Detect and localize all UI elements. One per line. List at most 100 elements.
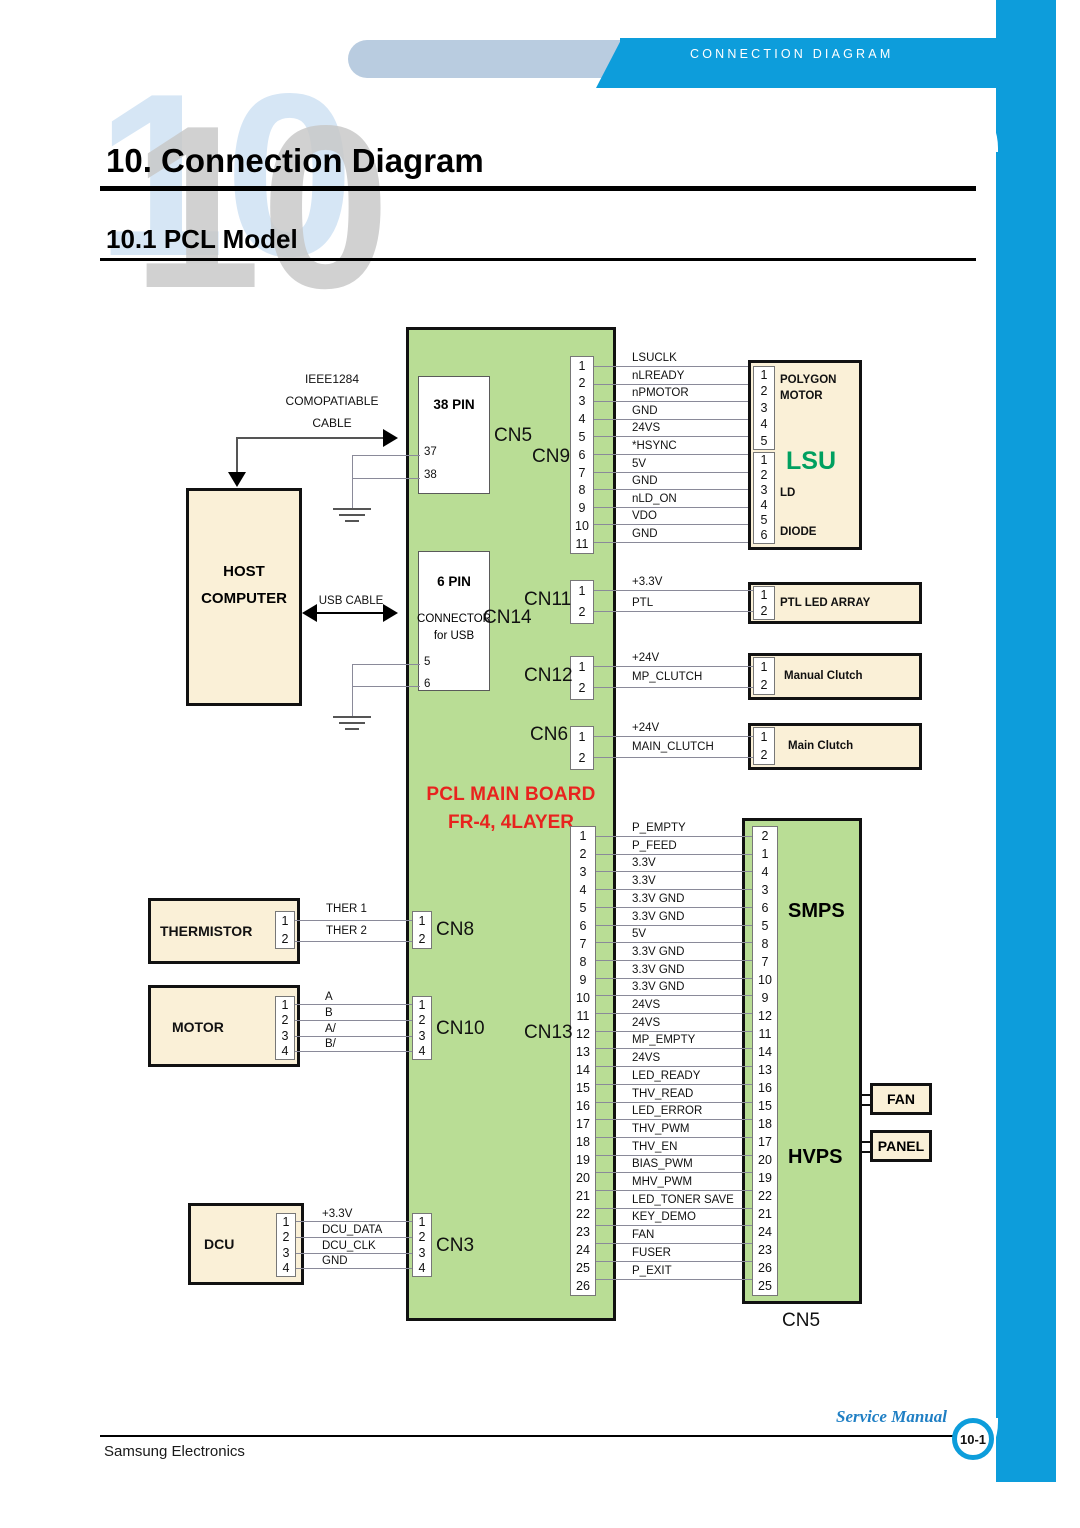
ground-symbol-cn5-b: [339, 514, 365, 516]
main-clutch-pin-0: 1: [760, 729, 768, 744]
ieee1284-note-line2: COMOPATIABLE: [285, 394, 379, 408]
lsu-polygon-pin-2: 3: [760, 400, 768, 415]
pwr-sig-23-wire: [596, 1243, 752, 1245]
pwr-sig-20-wire: [596, 1190, 752, 1192]
cn9-pin-9: 10: [575, 518, 589, 533]
pwr-sig-7-wire: [596, 960, 752, 962]
section-rule: [100, 258, 976, 261]
main-clutch-wire-2: [594, 757, 753, 759]
manual-clutch-pin-1: 2: [760, 677, 768, 692]
usb-cable-label: USB CABLE: [318, 595, 384, 607]
cn13-pin-5: 6: [579, 918, 587, 933]
pwr-sig-1-label: P_FEED: [632, 840, 677, 852]
pwr-sig-11-label: 24VS: [632, 1017, 661, 1029]
lsu-title: LSU: [786, 447, 836, 475]
cn5-gnd-drop: [352, 455, 354, 508]
thermistor-label: THERMISTOR: [160, 923, 253, 939]
header-banner-blue: [620, 38, 996, 88]
cn9-pin-2: 3: [578, 394, 586, 409]
lsu-sig-10-label: GND: [632, 528, 658, 540]
pwr-sig-13-wire: [596, 1066, 752, 1068]
smps-label: SMPS: [788, 900, 845, 922]
cn3-pin-1: 2: [418, 1230, 426, 1244]
lsu-polygon-pin-3: 4: [760, 417, 768, 432]
cn11-pin-1: 2: [578, 605, 586, 620]
cn13-pin-11: 12: [576, 1026, 590, 1041]
motor-sig-2-label: A/: [325, 1023, 336, 1035]
dcu-sig-2-label: DCU_CLK: [322, 1240, 376, 1252]
lsu-sig-9-label: VDO: [632, 510, 657, 522]
thermistor-signal-2: THER 2: [326, 925, 367, 937]
cn13-pin-19: 20: [576, 1170, 590, 1185]
power-pin-8: 10: [758, 972, 772, 987]
motor-sig-0-wire: [295, 1004, 412, 1006]
page-accent-stripe: [996, 0, 1056, 1482]
lsu-ld-pin-2: 3: [760, 483, 768, 498]
connector-cn6-pins: 12: [570, 726, 594, 770]
cn9-pin-8: 9: [578, 501, 586, 516]
cn12-tag: CN12: [524, 665, 573, 686]
lsu-motor-label: MOTOR: [780, 390, 823, 402]
host-computer-line1: HOST: [223, 563, 265, 580]
cn13-pin-18: 19: [576, 1152, 590, 1167]
page-title: 10. Connection Diagram: [106, 142, 484, 179]
cn14-gnd-wire-6: [352, 686, 420, 688]
thermistor-wire-2: [295, 941, 412, 943]
pwr-sig-19-label: BIAS_PWM: [632, 1158, 693, 1170]
cn10-tag: CN10: [436, 1018, 485, 1039]
lsu-sig-3-wire: [594, 419, 753, 421]
manual-clutch-signal-1: +24V: [632, 652, 660, 664]
pwr-sig-4-wire: [596, 907, 752, 909]
cn13-pin-16: 17: [576, 1116, 590, 1131]
dcu-sig-1-wire: [296, 1237, 412, 1239]
pwr-sig-24-wire: [596, 1261, 752, 1263]
pwr-sig-25-wire: [596, 1279, 752, 1281]
power-pin-3: 3: [761, 882, 769, 897]
board-title: PCL MAIN BOARD: [426, 784, 596, 805]
lsu-polygon-pin-0: 1: [760, 367, 768, 382]
pwr-sig-16-wire: [596, 1119, 752, 1121]
pwr-sig-10-label: 24VS: [632, 999, 661, 1011]
cn9-pin-0: 1: [578, 358, 586, 373]
pwr-sig-22-wire: [596, 1225, 752, 1227]
cn10-pin-1: 2: [418, 1013, 426, 1027]
pwr-sig-11-wire: [596, 1031, 752, 1033]
cn9-pin-3: 4: [578, 412, 586, 427]
motor-pin-2: 3: [281, 1028, 289, 1043]
cn5-38pin-label: 38 PIN: [433, 397, 475, 412]
cn3-pin-0: 1: [418, 1214, 426, 1229]
power-pin-2: 4: [761, 864, 769, 879]
manual-clutch-wire-1: [594, 666, 753, 668]
cn9-pin-5: 6: [578, 447, 586, 462]
cn9-pin-7: 8: [578, 483, 586, 498]
cn5-pin-37: 37: [424, 446, 437, 458]
power-pin-13: 13: [758, 1062, 772, 1077]
lsu-sig-3-label: GND: [632, 405, 658, 417]
connector-cn9-pins: 1 2 3 4 5 6 7 8 9 10 11: [570, 356, 594, 554]
cn13-pin-6: 7: [579, 936, 587, 951]
ieee1284-note-line1: IEEE1284: [304, 372, 360, 386]
motor-sig-3-wire: [295, 1051, 412, 1053]
main-clutch-signal-1: +24V: [632, 722, 660, 734]
dcu-label: DCU: [204, 1236, 235, 1252]
power-pin-25: 25: [758, 1278, 772, 1293]
cn13-pin-24: 25: [576, 1260, 590, 1275]
thermistor-pin-0: 1: [281, 913, 289, 928]
pwr-sig-14-wire: [596, 1084, 752, 1086]
cn12-pin-0: 1: [578, 660, 586, 675]
manual-clutch-wire-2: [594, 687, 753, 689]
power-pin-0: 2: [761, 828, 769, 843]
pwr-sig-7-label: 3.3V GND: [632, 946, 685, 958]
cn13-pin-23: 24: [576, 1242, 590, 1257]
pwr-sig-5-wire: [596, 925, 752, 927]
lsu-ld-pin-0: 1: [760, 453, 768, 468]
motor-pins: 1234: [275, 996, 295, 1060]
power-pin-16: 18: [758, 1116, 772, 1131]
connector-cn12-pins: 12: [570, 656, 594, 700]
ground-symbol-cn5-c: [345, 520, 359, 522]
power-pin-22: 24: [758, 1224, 772, 1239]
cn14-gnd-drop: [352, 664, 354, 716]
fan-wire-1: [862, 1094, 872, 1096]
lsu-polygon-label: POLYGON: [780, 374, 837, 386]
cn13-pin-22: 23: [576, 1224, 590, 1239]
